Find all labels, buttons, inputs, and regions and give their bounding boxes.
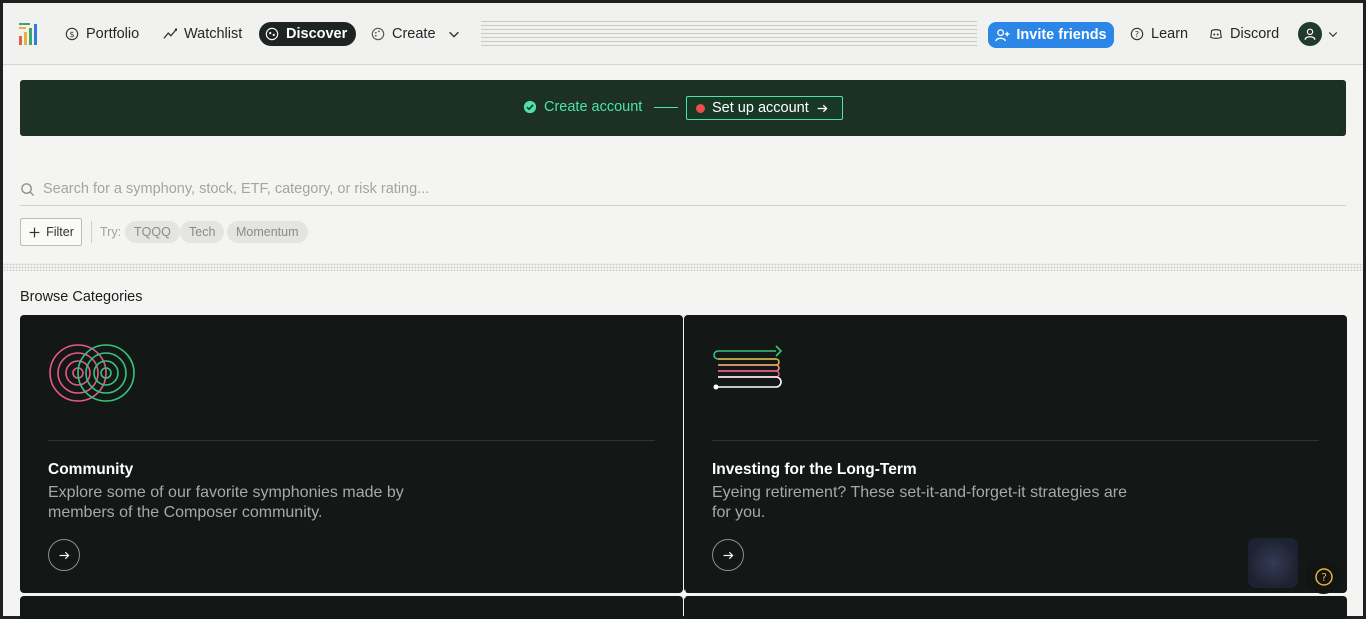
nav-watchlist-label: Watchlist: [184, 26, 243, 42]
svg-text:$: $: [69, 30, 74, 39]
section-separator: [3, 263, 1363, 271]
card-title: Investing for the Long-Term: [712, 461, 917, 478]
suggestion-chip-tqqq[interactable]: TQQQ: [125, 221, 180, 243]
suggestion-chip-tech[interactable]: Tech: [180, 221, 225, 243]
search-bar: [20, 173, 1346, 206]
chevron-down-icon[interactable]: [1327, 28, 1339, 40]
filter-divider: [91, 221, 92, 243]
nav-portfolio-label: Portfolio: [86, 26, 140, 42]
nav-watchlist[interactable]: Watchlist: [157, 22, 248, 46]
nav-discord-label: Discord: [1230, 26, 1280, 42]
arrow-right-icon: [59, 551, 69, 559]
compass-icon: [265, 27, 279, 41]
card-divider: [712, 440, 1319, 441]
nav-discover[interactable]: Discover: [259, 22, 356, 46]
top-navigation: $ Portfolio Watchlist Discover Create In…: [3, 3, 1363, 65]
dollar-circle-icon: $: [65, 27, 79, 41]
open-category-button[interactable]: [48, 539, 80, 571]
user-icon: [1304, 28, 1316, 40]
arrow-right-icon: [723, 551, 733, 559]
card-divider: [48, 440, 655, 441]
onboarding-banner: Create account Set up account: [20, 80, 1346, 136]
pending-dot-icon: [696, 103, 705, 113]
trend-line-icon: [163, 28, 177, 39]
open-category-button[interactable]: [712, 539, 744, 571]
nav-create-label: Create: [392, 26, 436, 42]
chat-widget-preview[interactable]: [1248, 538, 1298, 588]
category-card-partial[interactable]: [684, 596, 1347, 619]
step-connector: [654, 107, 678, 108]
invite-friends-label: Invite friends: [1016, 27, 1107, 43]
category-card-partial[interactable]: [20, 596, 683, 619]
add-user-icon: [995, 28, 1010, 41]
svg-text:?: ?: [1135, 30, 1139, 39]
try-label: Try:: [100, 225, 122, 239]
card-description: Eyeing retirement? These set-it-and-forg…: [712, 484, 1128, 521]
question-circle-icon: ?: [1130, 27, 1144, 41]
set-up-account-button[interactable]: Set up account: [686, 96, 843, 120]
search-input[interactable]: [43, 181, 1323, 197]
overlapping-circles-icon: [49, 344, 135, 402]
card-title: Community: [48, 461, 134, 478]
set-up-account-label: Set up account: [712, 100, 809, 116]
composer-logo-icon[interactable]: [18, 22, 42, 46]
palette-icon: [371, 27, 385, 41]
nav-create[interactable]: Create: [365, 22, 467, 46]
nav-learn[interactable]: ? Learn: [1124, 22, 1194, 46]
step-create-account: Create account: [523, 99, 642, 115]
search-icon: [21, 182, 35, 196]
filter-button[interactable]: Filter: [20, 218, 82, 246]
stacked-lines-icon: [713, 345, 783, 390]
svg-text:?: ?: [1321, 571, 1327, 584]
nav-portfolio[interactable]: $ Portfolio: [59, 22, 145, 46]
browse-categories-heading: Browse Categories: [20, 289, 143, 305]
plus-icon: [29, 227, 40, 237]
nav-discord[interactable]: Discord: [1203, 22, 1285, 46]
nav-placeholder-lines: [481, 21, 977, 47]
suggestion-chip-momentum[interactable]: Momentum: [227, 221, 308, 243]
nav-learn-label: Learn: [1151, 26, 1189, 42]
chevron-down-icon: [448, 31, 459, 38]
sparkle-icon: [680, 589, 690, 599]
step-create-account-label: Create account: [544, 99, 643, 115]
help-button[interactable]: ?: [1306, 559, 1341, 594]
avatar[interactable]: [1298, 22, 1322, 46]
category-card-community[interactable]: Community Explore some of our favorite s…: [20, 315, 683, 593]
invite-friends-button[interactable]: Invite friends: [988, 22, 1114, 48]
nav-discover-label: Discover: [286, 26, 348, 42]
card-description: Explore some of our favorite symphonies …: [48, 484, 404, 521]
filter-label: Filter: [46, 225, 74, 239]
arrow-right-icon: [817, 104, 828, 112]
check-circle-icon: [523, 100, 537, 114]
discord-icon: [1210, 29, 1222, 39]
question-circle-icon: ?: [1314, 567, 1333, 586]
